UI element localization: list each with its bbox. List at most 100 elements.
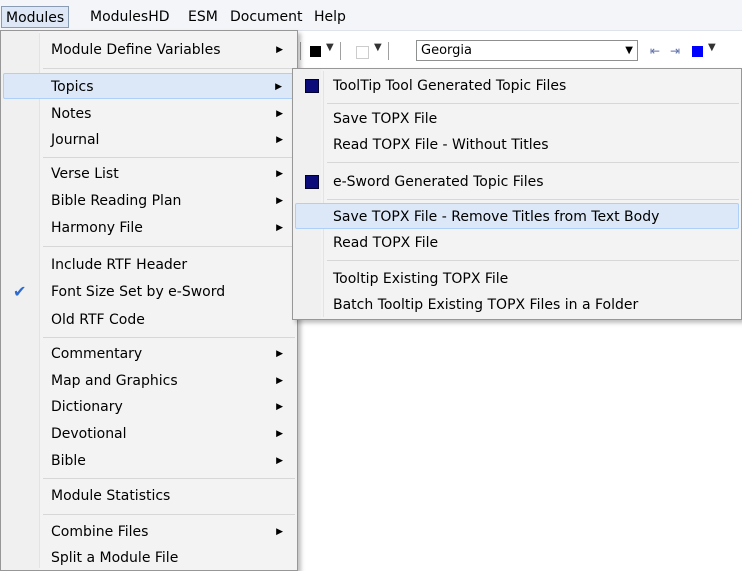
menu-item-journal[interactable]: Journal ▶: [3, 127, 295, 153]
submenu-arrow-icon: ▶: [276, 109, 283, 119]
menu-item-devotional[interactable]: Devotional ▶: [3, 421, 295, 447]
menu-item-topics[interactable]: Topics ▶: [3, 73, 295, 99]
menu-separator: [327, 103, 739, 104]
font-color-dropdown-icon[interactable]: ▼: [326, 42, 334, 53]
menu-item-label: Save TOPX File - Remove Titles from Text…: [333, 209, 660, 225]
menu-separator: [43, 246, 295, 247]
submenu-item-esword-generated-topic-files[interactable]: e-Sword Generated Topic Files: [295, 169, 739, 195]
menu-item-module-statistics[interactable]: Module Statistics: [3, 483, 295, 509]
menu-item-bible-reading-plan[interactable]: Bible Reading Plan ▶: [3, 188, 295, 214]
menu-item-font-size-set-by-esword[interactable]: ✔ Font Size Set by e-Sword: [3, 279, 295, 305]
modules-menu: Module Define Variables ▶ Topics ▶ Notes…: [0, 30, 298, 571]
toolbar-separator: [300, 42, 301, 60]
submenu-arrow-icon: ▶: [276, 196, 283, 206]
submenu-arrow-icon: ▶: [276, 169, 283, 179]
menu-separator: [43, 478, 295, 479]
submenu-item-tooltip-existing-topx-file[interactable]: Tooltip Existing TOPX File: [295, 266, 739, 292]
menu-item-split-a-module-file[interactable]: Split a Module File: [3, 545, 295, 571]
menu-item-label: Module Define Variables: [51, 42, 221, 58]
menu-item-verse-list[interactable]: Verse List ▶: [3, 161, 295, 187]
menu-separator: [327, 162, 739, 163]
blue-square-icon: [305, 175, 319, 189]
menu-item-module-define-variables[interactable]: Module Define Variables ▶: [3, 37, 295, 63]
chevron-down-icon[interactable]: ▼: [625, 41, 633, 60]
toolbar-separator: [340, 42, 341, 60]
menu-separator: [327, 199, 739, 200]
menu-separator: [43, 157, 295, 158]
menubar-esm[interactable]: ESM: [184, 7, 222, 27]
menu-item-bible[interactable]: Bible ▶: [3, 448, 295, 474]
font-color-swatch[interactable]: [310, 46, 321, 57]
menu-item-label: e-Sword Generated Topic Files: [333, 174, 544, 190]
menu-item-label: Batch Tooltip Existing TOPX Files in a F…: [333, 297, 639, 313]
menubar-modules[interactable]: Modules: [1, 6, 70, 28]
menu-item-label: Tooltip Existing TOPX File: [333, 271, 509, 287]
menu-item-harmony-file[interactable]: Harmony File ▶: [3, 215, 295, 241]
menu-item-label: Devotional: [51, 426, 127, 442]
menu-item-label: Module Statistics: [51, 488, 171, 504]
menu-item-label: Harmony File: [51, 220, 143, 236]
font-name-value: Georgia: [421, 43, 472, 58]
submenu-arrow-icon: ▶: [276, 456, 283, 466]
highlight-color-swatch[interactable]: [356, 46, 369, 59]
font-name-combobox[interactable]: Georgia ▼: [416, 40, 638, 61]
submenu-item-batch-tooltip-existing-topx-files[interactable]: Batch Tooltip Existing TOPX Files in a F…: [295, 292, 739, 318]
menu-item-notes[interactable]: Notes ▶: [3, 101, 295, 127]
submenu-arrow-icon: ▶: [276, 527, 283, 537]
decrease-indent-icon[interactable]: ⇤: [650, 44, 660, 58]
toolbar-separator: [388, 42, 389, 60]
submenu-arrow-icon: ▶: [275, 82, 282, 92]
menu-separator: [43, 337, 295, 338]
menu-item-label: Journal: [51, 132, 100, 148]
menubar-moduleshd[interactable]: ModulesHD: [86, 7, 174, 27]
menu-item-label: Read TOPX File - Without Titles: [333, 137, 549, 153]
menu-item-label: Font Size Set by e-Sword: [51, 284, 226, 300]
formatting-toolbar: ▼ ▼ Georgia ▼ ⇤ ⇥ ▼: [300, 38, 742, 64]
menu-item-label: Map and Graphics: [51, 373, 178, 389]
menu-item-label: Bible: [51, 453, 86, 469]
submenu-arrow-icon: ▶: [276, 429, 283, 439]
menu-item-label: Read TOPX File: [333, 235, 439, 251]
blue-square-icon: [305, 79, 319, 93]
topics-submenu: ToolTip Tool Generated Topic Files Save …: [292, 68, 742, 320]
submenu-arrow-icon: ▶: [276, 135, 283, 145]
menu-item-label: Include RTF Header: [51, 257, 188, 273]
submenu-arrow-icon: ▶: [276, 349, 283, 359]
checkmark-icon: ✔: [13, 282, 27, 301]
menu-item-label: Bible Reading Plan: [51, 193, 182, 209]
menu-item-label: Old RTF Code: [51, 312, 145, 328]
increase-indent-icon[interactable]: ⇥: [670, 44, 680, 58]
menu-item-label: Topics: [51, 79, 94, 95]
menu-item-label: Verse List: [51, 166, 119, 182]
fill-color-dropdown-icon[interactable]: ▼: [708, 42, 716, 53]
menu-item-label: Commentary: [51, 346, 143, 362]
menu-item-label: Notes: [51, 106, 92, 122]
submenu-item-save-topx-file[interactable]: Save TOPX File: [295, 106, 739, 132]
menu-item-label: Split a Module File: [51, 550, 179, 566]
submenu-item-read-topx-file[interactable]: Read TOPX File: [295, 230, 739, 256]
menu-item-label: Combine Files: [51, 524, 149, 540]
menu-item-include-rtf-header[interactable]: Include RTF Header: [3, 252, 295, 278]
submenu-arrow-icon: ▶: [276, 223, 283, 233]
menu-separator: [43, 68, 295, 69]
menu-bar: Modules ModulesHD ESM Document Help: [0, 0, 742, 31]
submenu-item-tooltip-tool-generated-topic-files[interactable]: ToolTip Tool Generated Topic Files: [295, 73, 739, 99]
menubar-document[interactable]: Document: [226, 7, 307, 27]
submenu-arrow-icon: ▶: [276, 45, 283, 55]
menu-item-map-and-graphics[interactable]: Map and Graphics ▶: [3, 368, 295, 394]
menu-item-commentary[interactable]: Commentary ▶: [3, 341, 295, 367]
submenu-arrow-icon: ▶: [276, 376, 283, 386]
menu-item-combine-files[interactable]: Combine Files ▶: [3, 519, 295, 545]
menu-separator: [43, 514, 295, 515]
submenu-item-read-topx-file-without-titles[interactable]: Read TOPX File - Without Titles: [295, 132, 739, 158]
submenu-arrow-icon: ▶: [276, 402, 283, 412]
menubar-help[interactable]: Help: [310, 7, 350, 27]
menu-item-old-rtf-code[interactable]: Old RTF Code: [3, 307, 295, 333]
menu-item-label: Dictionary: [51, 399, 123, 415]
menu-separator: [327, 260, 739, 261]
highlight-color-dropdown-icon[interactable]: ▼: [374, 42, 382, 53]
submenu-item-save-topx-file-remove-titles[interactable]: Save TOPX File - Remove Titles from Text…: [295, 203, 739, 229]
menu-item-dictionary[interactable]: Dictionary ▶: [3, 394, 295, 420]
fill-color-swatch[interactable]: [692, 46, 703, 57]
menu-item-label: Save TOPX File: [333, 111, 438, 127]
